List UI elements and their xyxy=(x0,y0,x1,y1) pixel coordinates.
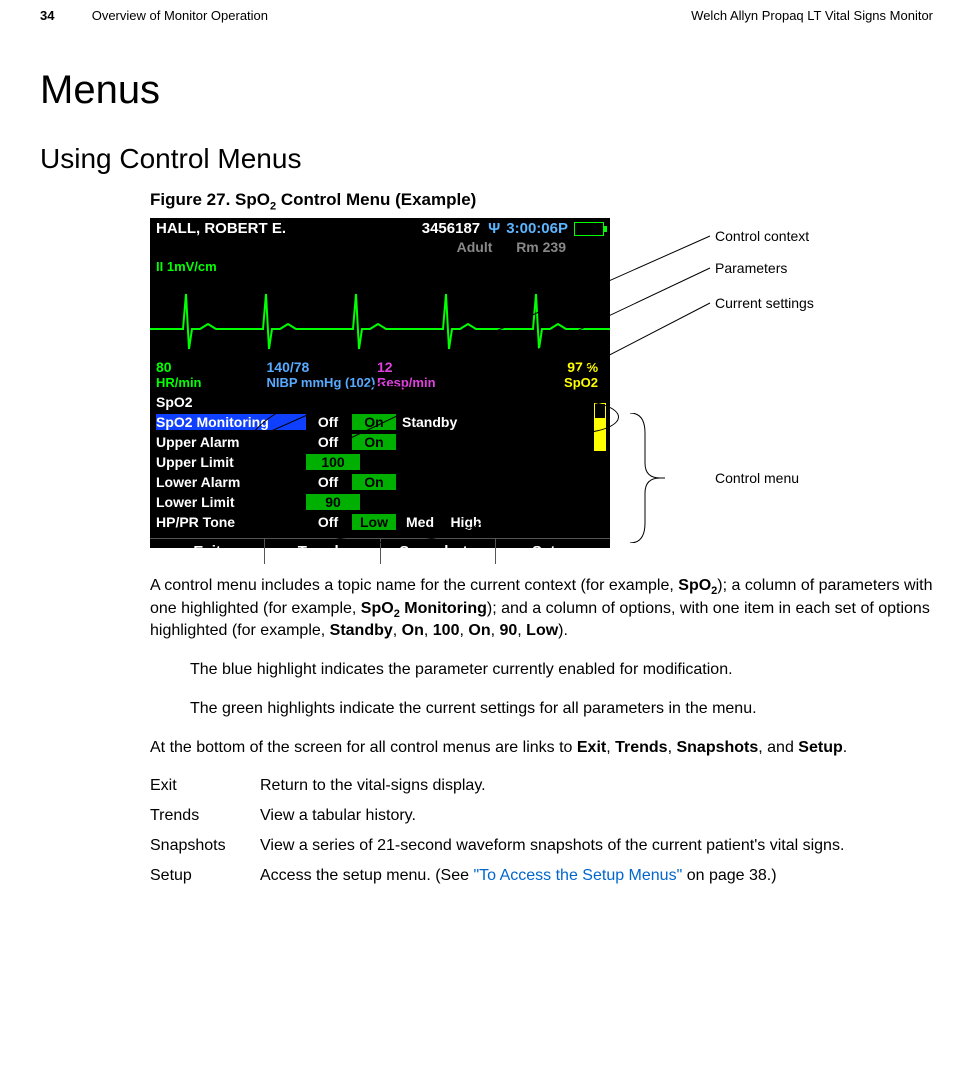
resp-label: Resp/min xyxy=(377,375,488,390)
brace-icon xyxy=(625,413,665,543)
figure-27: HALL, ROBERT E. 3456187 Ψ 3:00:06P Adult… xyxy=(150,218,933,558)
menu-option[interactable]: Off xyxy=(306,514,350,530)
menu-param-label[interactable]: Upper Alarm xyxy=(156,434,306,450)
menu-row[interactable]: SpO2 MonitoringOffOnStandby xyxy=(156,412,604,432)
menu-option[interactable]: High xyxy=(444,514,488,530)
menu-row[interactable]: Lower Limit90 xyxy=(156,492,604,512)
ecg-lead-label: II 1mV/cm xyxy=(150,257,610,274)
menu-option[interactable]: On xyxy=(352,414,396,430)
menu-param-label[interactable]: Lower Limit xyxy=(156,494,306,510)
menu-option[interactable]: On xyxy=(352,474,396,490)
annot-control-menu: Control menu xyxy=(715,470,799,486)
patient-mode: Adult xyxy=(457,239,493,255)
monitor-screen: HALL, ROBERT E. 3456187 Ψ 3:00:06P Adult… xyxy=(150,218,610,548)
resp-value: 12 xyxy=(377,359,488,375)
spo2-label: SpO2 xyxy=(488,375,599,390)
def-trends-def: View a tabular history. xyxy=(260,807,933,825)
spo2-value: 97 xyxy=(567,359,583,375)
ecg-waveform xyxy=(150,274,610,359)
menu-row[interactable]: HP/PR ToneOffLowMedHigh xyxy=(156,512,604,532)
paragraph-1: A control menu includes a topic name for… xyxy=(150,576,933,642)
patient-id: 3456187 xyxy=(422,220,480,237)
menu-row[interactable]: Lower AlarmOffOn xyxy=(156,472,604,492)
annot-current-settings: Current settings xyxy=(715,295,814,311)
menu-param-label[interactable]: Lower Alarm xyxy=(156,474,306,490)
def-exit-def: Return to the vital-signs display. xyxy=(260,777,933,795)
figure-caption: Figure 27. SpO2 Control Menu (Example) xyxy=(150,190,933,212)
menu-option[interactable]: Med xyxy=(398,514,442,530)
control-menu-box: SpO2 MonitoringOffOnStandbyUpper AlarmOf… xyxy=(150,412,610,532)
menu-row[interactable]: Upper Limit100 xyxy=(156,452,604,472)
section-title: Overview of Monitor Operation xyxy=(92,8,268,23)
paragraph-3: The green highlights indicate the curren… xyxy=(190,699,933,720)
def-setup-term: Setup xyxy=(150,867,260,885)
menu-row[interactable]: Upper AlarmOffOn xyxy=(156,432,604,452)
bottom-trends[interactable]: Trends xyxy=(265,539,380,564)
menu-option[interactable]: Off xyxy=(306,474,350,490)
def-trends-term: Trends xyxy=(150,807,260,825)
patient-name: HALL, ROBERT E. xyxy=(156,220,422,237)
menu-option[interactable]: Low xyxy=(352,514,396,530)
menu-option[interactable]: On xyxy=(352,434,396,450)
def-snapshots-def: View a series of 21-second waveform snap… xyxy=(260,837,933,855)
menu-param-label[interactable]: Upper Limit xyxy=(156,454,306,470)
menu-option[interactable]: Off xyxy=(306,434,350,450)
antenna-icon: Ψ xyxy=(488,220,500,237)
def-setup-def: Access the setup menu. (See "To Access t… xyxy=(260,867,933,885)
spo2-bar-gauge xyxy=(594,403,606,451)
paragraph-2: The blue highlight indicates the paramet… xyxy=(190,660,933,681)
room-number: Rm 239 xyxy=(516,239,566,255)
menu-param-label[interactable]: SpO2 Monitoring xyxy=(156,414,306,430)
menu-option[interactable]: 90 xyxy=(306,494,360,510)
menu-option[interactable]: 100 xyxy=(306,454,360,470)
heading-using-control-menus: Using Control Menus xyxy=(40,143,933,175)
menu-option[interactable]: Off xyxy=(306,414,350,430)
def-snapshots-term: Snapshots xyxy=(150,837,260,855)
page-header: 34 Overview of Monitor Operation Welch A… xyxy=(40,0,933,23)
hr-label: HR/min xyxy=(156,375,267,390)
menu-param-label[interactable]: HP/PR Tone xyxy=(156,514,306,530)
clock-time: 3:00:06P xyxy=(506,220,568,237)
bottom-exit[interactable]: Exit xyxy=(150,539,265,564)
bottom-snapshots[interactable]: Snapshots xyxy=(381,539,496,564)
heading-menus: Menus xyxy=(40,68,933,113)
spo2-pct: % xyxy=(586,360,598,375)
battery-icon xyxy=(574,222,604,236)
menu-option[interactable]: Standby xyxy=(398,414,461,430)
paragraph-4: At the bottom of the screen for all cont… xyxy=(150,738,933,759)
control-context-label: SpO2 xyxy=(156,394,266,410)
nibp-label: NIBP mmHg (102) xyxy=(267,375,378,390)
hr-value: 80 xyxy=(156,359,267,375)
def-exit-term: Exit xyxy=(150,777,260,795)
bottom-setup[interactable]: Setup xyxy=(496,539,610,564)
annot-parameters: Parameters xyxy=(715,260,787,276)
nibp-value: 140/78 xyxy=(267,359,378,375)
product-name: Welch Allyn Propaq LT Vital Signs Monito… xyxy=(691,8,933,23)
page-number: 34 xyxy=(40,8,54,23)
link-access-setup-menus[interactable]: "To Access the Setup Menus" xyxy=(473,867,682,884)
annot-control-context: Control context xyxy=(715,228,809,244)
